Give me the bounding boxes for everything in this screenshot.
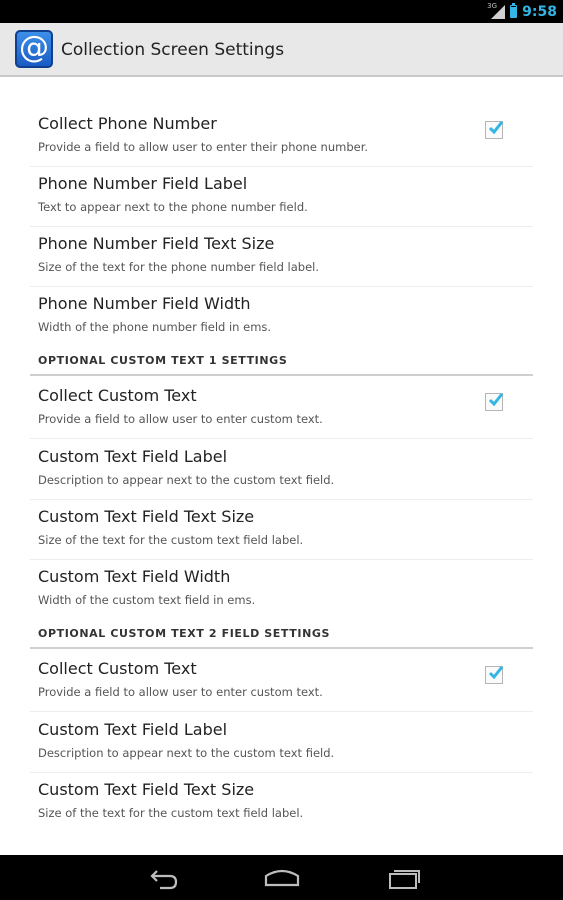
status-clock: 9:58 xyxy=(522,3,557,20)
status-bar: 3G 9:58 xyxy=(0,0,563,23)
collect-custom-text-1-checkbox[interactable] xyxy=(485,393,504,411)
signal-icon: 3G xyxy=(487,1,506,20)
pref-title: Collect Phone Number xyxy=(38,114,217,133)
action-bar: @ Collection Screen Settings xyxy=(0,23,563,77)
pref-title: Phone Number Field Label xyxy=(38,174,248,193)
pref-custom-text-1-field-width[interactable]: Custom Text Field Width Width of the cus… xyxy=(30,560,533,620)
pref-title: Custom Text Field Label xyxy=(38,447,228,466)
navigation-bar xyxy=(0,855,563,900)
pref-summary: Provide a field to allow user to enter c… xyxy=(38,685,323,699)
checkmark-icon xyxy=(488,121,504,135)
pref-phone-number-field-label[interactable]: Phone Number Field Label Text to appear … xyxy=(30,167,533,227)
pref-summary: Description to appear next to the custom… xyxy=(38,473,335,487)
pref-title: Phone Number Field Text Size xyxy=(38,234,275,253)
preferences-list: Collect Phone Number Provide a field to … xyxy=(0,77,563,855)
pref-summary: Provide a field to allow user to enter t… xyxy=(38,140,369,154)
pref-collect-custom-text-1[interactable]: Collect Custom Text Provide a field to a… xyxy=(30,379,533,439)
section-label: OPTIONAL CUSTOM TEXT 2 FIELD SETTINGS xyxy=(38,627,331,640)
pref-title: Collect Custom Text xyxy=(38,386,197,405)
checkmark-icon xyxy=(488,666,504,680)
pref-collect-phone-number[interactable]: Collect Phone Number Provide a field to … xyxy=(30,107,533,167)
network-type-label: 3G xyxy=(487,1,498,10)
section-label: OPTIONAL CUSTOM TEXT 1 SETTINGS xyxy=(38,354,288,367)
pref-custom-text-1-field-text-size[interactable]: Custom Text Field Text Size Size of the … xyxy=(30,500,533,560)
back-icon[interactable] xyxy=(142,864,182,892)
pref-title: Custom Text Field Text Size xyxy=(38,507,255,526)
app-icon[interactable]: @ xyxy=(15,30,53,68)
home-icon[interactable] xyxy=(262,864,302,892)
collect-custom-text-2-checkbox[interactable] xyxy=(485,666,504,684)
section-header-custom-text-2: OPTIONAL CUSTOM TEXT 2 FIELD SETTINGS xyxy=(30,623,533,649)
battery-icon xyxy=(510,3,518,18)
pref-custom-text-2-field-text-size[interactable]: Custom Text Field Text Size Size of the … xyxy=(30,773,533,833)
pref-summary: Description to appear next to the custom… xyxy=(38,746,335,760)
pref-phone-number-field-text-size[interactable]: Phone Number Field Text Size Size of the… xyxy=(30,227,533,287)
pref-summary: Size of the text for the phone number fi… xyxy=(38,260,319,274)
section-header-custom-text-1: OPTIONAL CUSTOM TEXT 1 SETTINGS xyxy=(30,350,533,376)
pref-summary: Text to appear next to the phone number … xyxy=(38,200,308,214)
page-title: Collection Screen Settings xyxy=(61,40,285,60)
pref-title: Collect Custom Text xyxy=(38,659,197,678)
collect-phone-number-checkbox[interactable] xyxy=(485,121,504,139)
pref-summary: Width of the custom text field in ems. xyxy=(38,593,256,607)
pref-summary: Provide a field to allow user to enter c… xyxy=(38,412,323,426)
checkmark-icon xyxy=(488,393,504,407)
pref-summary: Size of the text for the custom text fie… xyxy=(38,533,304,547)
pref-collect-custom-text-2[interactable]: Collect Custom Text Provide a field to a… xyxy=(30,652,533,712)
pref-title: Custom Text Field Text Size xyxy=(38,780,255,799)
pref-custom-text-2-field-label[interactable]: Custom Text Field Label Description to a… xyxy=(30,713,533,773)
pref-summary: Size of the text for the custom text fie… xyxy=(38,806,304,820)
pref-title: Custom Text Field Label xyxy=(38,720,228,739)
pref-phone-number-field-width[interactable]: Phone Number Field Width Width of the ph… xyxy=(30,287,533,347)
pref-title: Custom Text Field Width xyxy=(38,567,231,586)
pref-summary: Width of the phone number field in ems. xyxy=(38,320,272,334)
pref-custom-text-1-field-label[interactable]: Custom Text Field Label Description to a… xyxy=(30,440,533,500)
recent-apps-icon[interactable] xyxy=(382,864,422,892)
pref-title: Phone Number Field Width xyxy=(38,294,251,313)
